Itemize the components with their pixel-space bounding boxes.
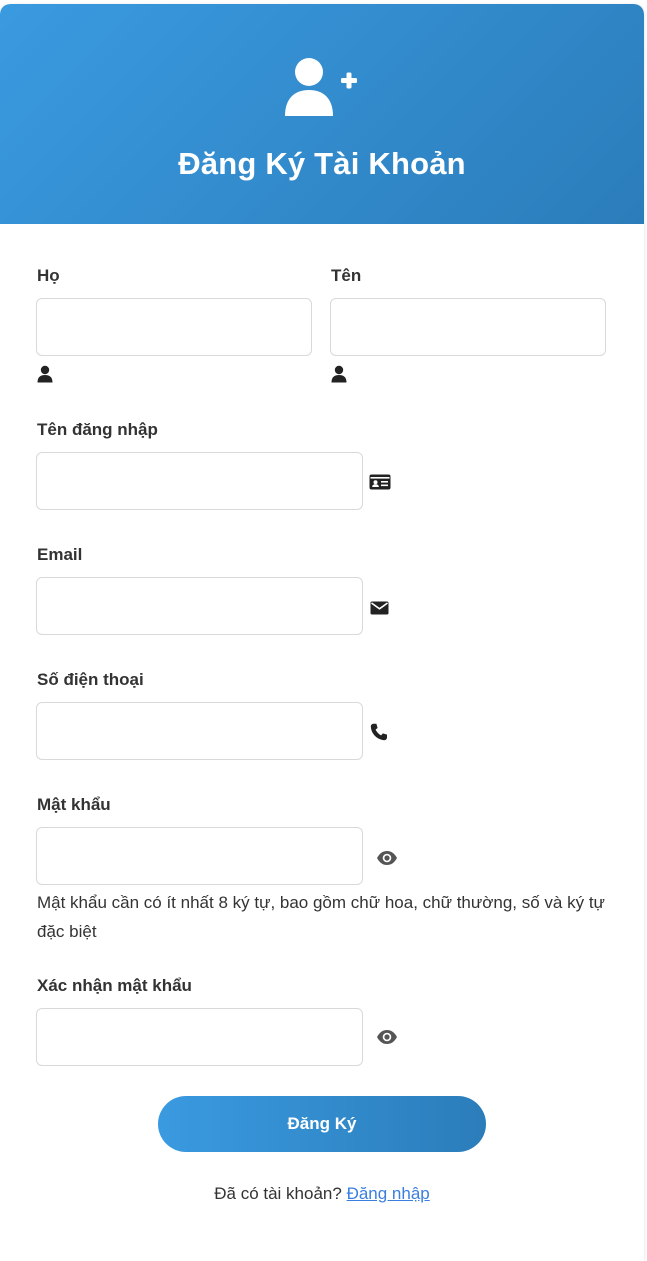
last-name-input[interactable] [330,298,606,356]
first-name-label: Họ [37,266,60,285]
username-input[interactable] [36,452,363,510]
user-plus-icon [285,58,357,116]
last-name-label: Tên [331,266,362,285]
envelope-icon [370,601,389,615]
confirm-password-label: Xác nhận mật khẩu [37,976,192,995]
email-input[interactable] [36,577,363,635]
phone-label: Số điện thoại [37,670,144,689]
eye-icon[interactable] [376,1029,398,1045]
email-label: Email [37,545,83,564]
confirm-password-input[interactable] [36,1008,363,1066]
card-header: Đăng Ký Tài Khoản [0,4,644,224]
user-icon [331,365,347,383]
login-link[interactable]: Đăng nhập [347,1184,430,1203]
phone-icon [370,723,387,741]
login-prompt: Đã có tài khoản? Đăng nhập [0,1184,644,1204]
eye-icon[interactable] [376,850,398,866]
first-name-input[interactable] [36,298,312,356]
registration-card: Đăng Ký Tài Khoản Họ Tên Tên đăng nhập E… [0,4,644,1261]
login-prompt-text: Đã có tài khoản? [214,1184,342,1203]
password-input[interactable] [36,827,363,885]
id-card-icon [369,474,391,490]
password-label: Mật khẩu [37,795,111,814]
register-button[interactable]: Đăng Ký [158,1096,486,1152]
password-hint: Mật khẩu cần có ít nhất 8 ký tự, bao gồm… [37,893,605,941]
user-icon [37,365,53,383]
page-title: Đăng Ký Tài Khoản [178,146,466,181]
phone-input[interactable] [36,702,363,760]
username-label: Tên đăng nhập [37,420,158,439]
